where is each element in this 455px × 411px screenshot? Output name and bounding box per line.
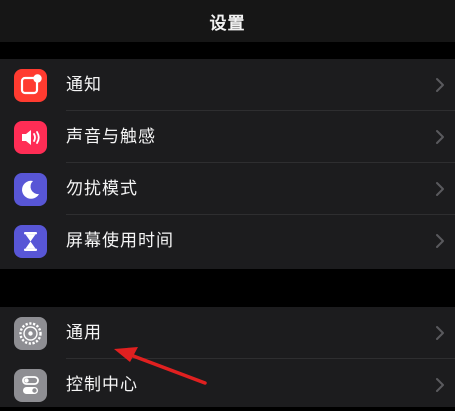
navigation-bar: 设置 <box>0 0 455 42</box>
settings-row-label: 控制中心 <box>66 375 138 395</box>
settings-row-control-center[interactable]: 控制中心 <box>0 359 455 411</box>
settings-row-label: 通用 <box>66 323 102 343</box>
chevron-right-icon <box>435 59 445 111</box>
settings-row-label: 声音与触感 <box>66 127 156 147</box>
speaker-icon <box>14 121 47 154</box>
chevron-right-icon <box>435 307 445 359</box>
settings-row-label: 屏幕使用时间 <box>66 231 174 251</box>
chevron-right-icon <box>435 215 445 267</box>
settings-row-notifications[interactable]: 通知 <box>0 59 455 111</box>
page-title: 设置 <box>209 13 246 34</box>
gear-icon <box>14 317 47 350</box>
toggles-icon <box>14 369 47 402</box>
settings-row-screen-time[interactable]: 屏幕使用时间 <box>0 215 455 267</box>
chevron-right-icon <box>435 359 445 411</box>
hourglass-icon <box>14 225 47 258</box>
moon-icon <box>14 173 47 206</box>
settings-row-sounds[interactable]: 声音与触感 <box>0 111 455 163</box>
chevron-right-icon <box>435 163 445 215</box>
settings-row-label: 勿扰模式 <box>66 179 138 199</box>
settings-group-2: 通用 控制中心 <box>0 307 455 407</box>
settings-row-general[interactable]: 通用 <box>0 307 455 359</box>
chevron-right-icon <box>435 111 445 163</box>
settings-row-label: 通知 <box>66 75 102 95</box>
settings-row-do-not-disturb[interactable]: 勿扰模式 <box>0 163 455 215</box>
notifications-icon <box>14 69 47 102</box>
settings-group-1: 通知 声音与触感 勿扰模式 屏幕使用时间 <box>0 59 455 269</box>
